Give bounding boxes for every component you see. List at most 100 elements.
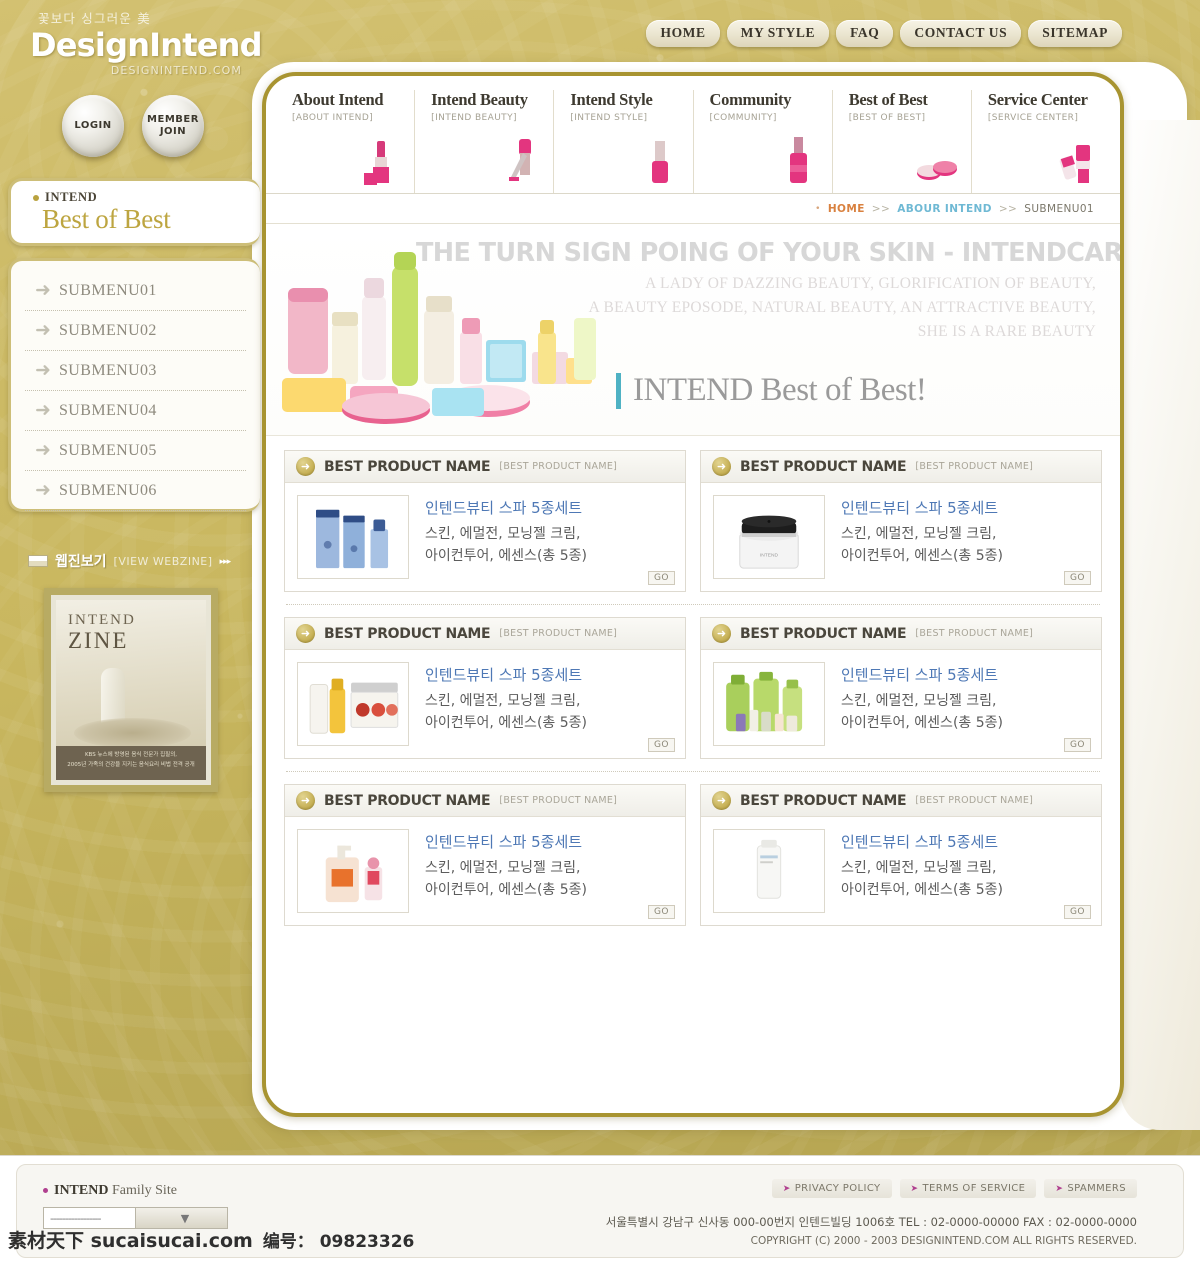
product-card-header: ➜ BEST PRODUCT NAME [BEST PRODUCT NAME] (285, 618, 685, 650)
main-nav-subtitle: [INTEND STYLE] (570, 113, 648, 123)
arrow-bullet-icon: ➤ (782, 1184, 791, 1194)
product-name[interactable]: 인텐드뷰티 스파 5종세트 (425, 664, 675, 685)
product-name[interactable]: 인텐드뷰티 스파 5종세트 (425, 831, 675, 852)
member-join-button[interactable]: MEMBER JOIN (142, 95, 204, 157)
product-info: 인텐드뷰티 스파 5종세트 스킨, 에멀전, 모닝젤 크림, 아이컨투어, 에센… (425, 829, 675, 917)
product-info: 인텐드뷰티 스파 5종세트 스킨, 에멀전, 모닝젤 크림, 아이컨투어, 에센… (841, 495, 1091, 583)
webzine-header[interactable]: 웹진보기 [VIEW WEBZINE] ▸▸▸ (28, 551, 232, 571)
blue-skincare-set-image (302, 500, 404, 574)
footer-link-spammers[interactable]: ➤ SPAMMERS (1044, 1179, 1137, 1198)
sidebar-item-submenu04[interactable]: ➜ SUBMENU04 (25, 391, 246, 431)
breadcrumb-bullet-icon: • (815, 203, 821, 214)
product-go-button[interactable]: GO (647, 738, 675, 752)
footer-link-privacy-policy[interactable]: ➤ PRIVACY POLICY (771, 1179, 892, 1198)
product-row: ➜ BEST PRODUCT NAME [BEST PRODUCT NAME] (284, 784, 1102, 926)
top-nav-item-sitemap[interactable]: SITEMAP (1028, 20, 1122, 47)
product-card[interactable]: ➜ BEST PRODUCT NAME [BEST PRODUCT NAME] (700, 617, 1102, 759)
arrow-circle-icon: ➜ (296, 791, 315, 810)
main-nav-title: Best of Best (848, 90, 928, 109)
product-thumbnail[interactable] (297, 662, 409, 746)
webzine-cover-line1: INTEND (68, 612, 136, 628)
webzine-cover-line2: ZINE (68, 628, 129, 653)
product-desc-line2: 아이컨투어, 에센스(총 5종) (841, 547, 1003, 564)
bullet-icon (33, 195, 39, 202)
product-card-header: ➜ BEST PRODUCT NAME [BEST PRODUCT NAME] (701, 451, 1101, 483)
product-thumbnail[interactable] (713, 662, 825, 746)
site-logo[interactable]: 꽃보다 싱그러운 美 DesignIntend DESIGNINTEND.COM (30, 8, 263, 77)
banner-ghost-headline: THE TURN SIGN POING OF YOUR SKIN - INTEN… (416, 238, 1120, 268)
product-name[interactable]: 인텐드뷰티 스파 5종세트 (841, 497, 1091, 518)
breadcrumb-current: SUBMENU01 (1024, 202, 1094, 215)
footer-copyright: COPYRIGHT (C) 2000 - 2003 DESIGNINTEND.C… (750, 1234, 1137, 1247)
member-join-label-line2: JOIN (159, 126, 187, 137)
main-nav-about-intend[interactable]: About Intend [ABOUT INTEND] (276, 90, 416, 193)
sidebar-item-submenu03[interactable]: ➜ SUBMENU03 (25, 351, 246, 391)
product-go-button[interactable]: GO (1063, 738, 1091, 752)
logo-tagline: 꽃보다 싱그러운 美 (38, 11, 151, 26)
tubes-icon (1059, 145, 1091, 183)
product-desc-line2: 아이컨투어, 에센스(총 5종) (425, 714, 587, 731)
main-nav-best-of-best[interactable]: Best of Best [BEST OF BEST] (833, 90, 972, 193)
watermark: 素材天下 sucaisucai.com 编号： 09823326 (0, 1222, 600, 1256)
webzine-caption-line2: 2005년 가족의 건강을 지키는 음식요리 비법 전격 공개 (67, 762, 195, 769)
breadcrumb-section[interactable]: ABOUR INTEND (897, 203, 992, 215)
sidebar-item-submenu06[interactable]: ➜ SUBMENU06 (25, 471, 246, 511)
arrow-bullet-icon: ➤ (910, 1184, 919, 1194)
webzine-title-kr: 웹진보기 (55, 554, 107, 570)
footer-link-label: TERMS OF SERVICE (922, 1183, 1026, 1194)
sidebar-item-submenu01[interactable]: ➜ SUBMENU01 (25, 271, 246, 311)
triple-arrow-icon: ▸▸▸ (219, 555, 232, 566)
product-thumbnail[interactable] (713, 829, 825, 913)
product-name[interactable]: 인텐드뷰티 스파 5종세트 (841, 831, 1091, 852)
product-card[interactable]: ➜ BEST PRODUCT NAME [BEST PRODUCT NAME] (700, 450, 1102, 592)
product-thumbnail[interactable] (297, 495, 409, 579)
product-go-button[interactable]: GO (647, 905, 675, 919)
breadcrumb-home[interactable]: HOME (828, 203, 865, 215)
compact-icon (916, 161, 957, 180)
product-thumbnail[interactable] (297, 829, 409, 913)
product-name[interactable]: 인텐드뷰티 스파 5종세트 (841, 664, 1091, 685)
breadcrumb-separator: >> (871, 202, 891, 215)
sidebar-title-panel: INTEND Best of Best (8, 178, 260, 246)
top-nav-item-my-style[interactable]: MY STYLE (726, 20, 830, 47)
product-desc-line2: 아이컨투어, 에센스(총 5종) (841, 881, 1003, 898)
product-go-button[interactable]: GO (1063, 905, 1091, 919)
arrow-circle-icon: ➜ (296, 457, 315, 476)
main-nav-intend-beauty[interactable]: Intend Beauty [INTEND BEAUTY] (415, 90, 555, 193)
webzine-cover[interactable]: INTEND ZINE KBS 뉴스에 방영된 음식 전문가 집필의, 2005… (44, 588, 218, 792)
footer-link-terms-of-service[interactable]: ➤ TERMS OF SERVICE (899, 1179, 1037, 1198)
top-nav-item-home[interactable]: HOME (646, 20, 720, 47)
product-go-button[interactable]: GO (647, 571, 675, 585)
svg-text:INTEND: INTEND (760, 552, 779, 558)
product-card[interactable]: ➜ BEST PRODUCT NAME [BEST PRODUCT NAME] (700, 784, 1102, 926)
family-site-brand: INTEND (54, 1183, 109, 1198)
product-head-title: BEST PRODUCT NAME (740, 625, 907, 642)
arrow-right-icon: ➜ (35, 480, 51, 501)
main-nav-community[interactable]: Community [COMMUNITY] (694, 90, 833, 193)
product-go-button[interactable]: GO (1063, 571, 1091, 585)
nailbottle-icon (789, 137, 807, 183)
product-card[interactable]: ➜ BEST PRODUCT NAME [BEST PRODUCT NAME] (284, 617, 686, 759)
sidebar-item-submenu05[interactable]: ➜ SUBMENU05 (25, 431, 246, 471)
family-site-label: INTEND Family Site (43, 1183, 177, 1199)
product-thumbnail[interactable]: INTEND (713, 495, 825, 579)
family-site-rest: Family Site (108, 1183, 177, 1198)
product-head-subtitle: [BEST PRODUCT NAME] (499, 795, 618, 806)
product-head-title: BEST PRODUCT NAME (324, 625, 491, 642)
nailpolish-icon (651, 141, 668, 183)
product-info: 인텐드뷰티 스파 5종세트 스킨, 에멀전, 모닝젤 크림, 아이컨투어, 에센… (425, 662, 675, 750)
product-row: ➜ BEST PRODUCT NAME [BEST PRODUCT NAME] (284, 617, 1102, 759)
product-card[interactable]: ➜ BEST PRODUCT NAME [BEST PRODUCT NAME] (284, 784, 686, 926)
main-nav-intend-style[interactable]: Intend Style [INTEND STYLE] (554, 90, 694, 193)
product-head-subtitle: [BEST PRODUCT NAME] (915, 461, 1034, 472)
bullet-icon (43, 1188, 48, 1194)
login-button[interactable]: LOGIN (62, 95, 124, 157)
product-desc-line2: 아이컨투어, 에센스(총 5종) (425, 881, 587, 898)
accent-bar (616, 372, 621, 409)
top-nav-item-faq[interactable]: FAQ (836, 20, 894, 47)
sidebar-item-submenu02[interactable]: ➜ SUBMENU02 (25, 311, 246, 351)
product-card[interactable]: ➜ BEST PRODUCT NAME [BEST PRODUCT NAME] (284, 450, 686, 592)
product-name[interactable]: 인텐드뷰티 스파 5종세트 (425, 497, 675, 518)
main-nav-service-center[interactable]: Service Center [SERVICE CENTER] (972, 90, 1110, 193)
top-nav-item-contact-us[interactable]: CONTACT US (900, 20, 1022, 47)
